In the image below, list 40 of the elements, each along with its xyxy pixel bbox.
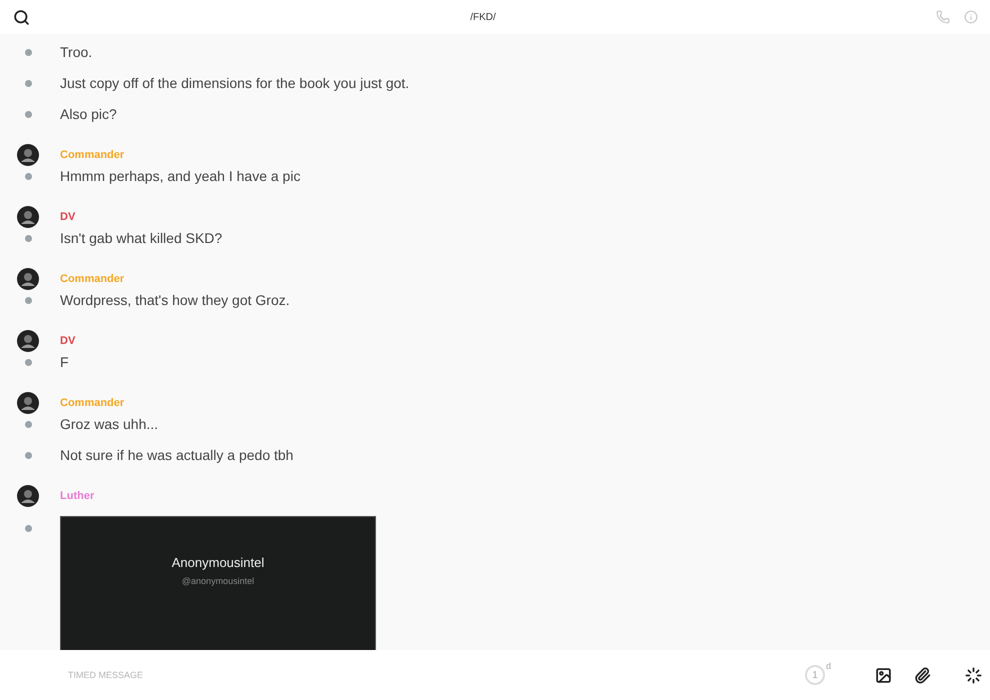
search-icon[interactable] (13, 8, 30, 26)
bullet-dot (24, 234, 32, 242)
bullet-dot (24, 48, 32, 56)
message-text: Hmmm perhaps, and yeah I have a pic (60, 167, 300, 186)
avatar-icon (17, 206, 39, 228)
author-name: Commander (60, 397, 124, 409)
bullet-dot (24, 524, 32, 532)
avatar-icon (17, 392, 39, 414)
author-name: Commander (60, 149, 124, 161)
author-name: Luther (60, 490, 94, 502)
message-text: Isn't gab what killed SKD? (60, 229, 222, 248)
avatar-icon (17, 485, 39, 507)
avatar-icon (17, 268, 39, 290)
message-text: Troo. (60, 43, 92, 62)
image-card[interactable]: Anonymousintel @anonymousintel (60, 516, 376, 650)
avatar-icon (17, 330, 39, 352)
message-text: Also pic? (60, 105, 117, 124)
avatar-icon (17, 144, 39, 166)
message-field[interactable]: TIMED MESSAGE (60, 670, 805, 680)
card-title: Anonymousintel (172, 555, 264, 570)
bullet-dot (24, 296, 32, 304)
attach-button[interactable] (914, 666, 931, 684)
bullet-dot (24, 80, 32, 86)
author-name: DV (60, 335, 76, 347)
message-text: Just copy off of the dimensions for the book you just got. (60, 74, 410, 93)
bullet-dot (24, 420, 32, 428)
bullet-dot (24, 452, 32, 458)
author-name: Commander (60, 273, 124, 285)
bullet-dot (24, 110, 32, 118)
message-text: Not sure if he was actually a pedo tbh (60, 446, 294, 465)
message-text: Wordpress, that's how they got Groz. (60, 291, 290, 310)
bullet-dot (24, 358, 32, 366)
message-text: Groz was uhh... (60, 415, 158, 434)
channel-title: /FKD/ (469, 12, 497, 22)
image-button[interactable] (875, 666, 892, 684)
card-handle: @anonymousintel (182, 576, 254, 586)
message-text: F (60, 353, 69, 372)
bullet-dot (24, 172, 32, 180)
author-name: DV (60, 211, 76, 223)
loader-button[interactable] (965, 666, 982, 684)
